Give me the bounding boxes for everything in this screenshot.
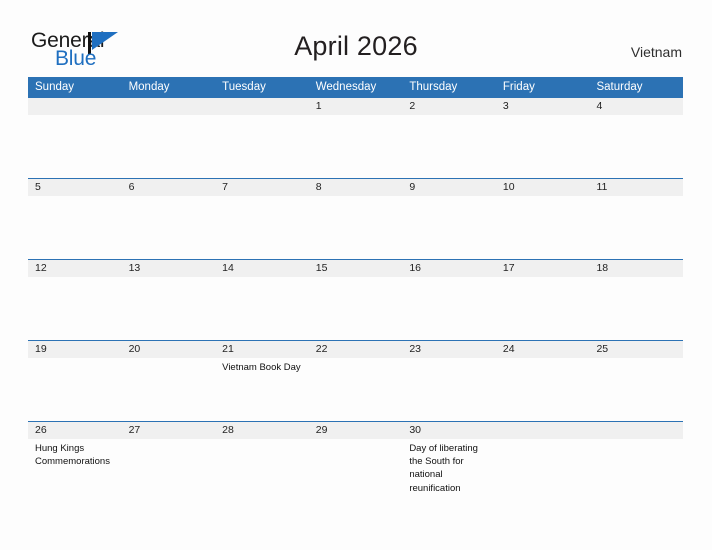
event-cell[interactable] (215, 439, 309, 502)
date-cell[interactable] (496, 422, 590, 439)
week-date-strip: 12 13 14 15 16 17 18 (28, 260, 683, 277)
event-cell[interactable] (122, 115, 216, 178)
event-cell[interactable] (496, 277, 590, 340)
date-cell[interactable]: 14 (215, 260, 309, 277)
event-cell[interactable] (402, 115, 496, 178)
date-cell[interactable]: 18 (589, 260, 683, 277)
week-event-strip: Hung Kings Commemorations Day of liberat… (28, 439, 683, 502)
date-cell[interactable]: 21 (215, 341, 309, 358)
event-cell[interactable] (215, 115, 309, 178)
week-date-strip: 26 27 28 29 30 (28, 422, 683, 439)
date-cell[interactable]: 26 (28, 422, 122, 439)
event-cell[interactable] (589, 439, 683, 502)
date-cell[interactable] (215, 98, 309, 115)
week-date-strip: 5 6 7 8 9 10 11 (28, 179, 683, 196)
date-cell[interactable]: 2 (402, 98, 496, 115)
event-cell[interactable] (309, 277, 403, 340)
date-cell[interactable]: 25 (589, 341, 683, 358)
event-cell[interactable] (309, 115, 403, 178)
date-cell[interactable]: 29 (309, 422, 403, 439)
event-cell[interactable] (496, 196, 590, 259)
date-cell[interactable] (122, 98, 216, 115)
calendar-week-row: 26 27 28 29 30 Hung Kings Commemorations… (28, 421, 683, 502)
date-cell[interactable]: 11 (589, 179, 683, 196)
date-cell[interactable]: 23 (402, 341, 496, 358)
date-cell[interactable]: 7 (215, 179, 309, 196)
event-cell[interactable] (589, 115, 683, 178)
calendar-week-row: 19 20 21 22 23 24 25 Vietnam Book Day (28, 340, 683, 421)
page-title: April 2026 (294, 31, 418, 61)
event-cell-day-of-liberating-the-south[interactable]: Day of liberating the South for national… (402, 439, 496, 502)
page-header: General Blue April 2026 Vietnam (0, 0, 712, 76)
date-cell[interactable] (28, 98, 122, 115)
date-cell[interactable]: 5 (28, 179, 122, 196)
event-cell[interactable] (28, 196, 122, 259)
event-cell[interactable] (28, 277, 122, 340)
calendar-week-row: 5 6 7 8 9 10 11 (28, 178, 683, 259)
date-cell[interactable]: 13 (122, 260, 216, 277)
weekday-wednesday: Wednesday (315, 81, 377, 93)
date-cell[interactable]: 22 (309, 341, 403, 358)
event-cell[interactable] (122, 277, 216, 340)
event-cell[interactable] (215, 277, 309, 340)
date-cell[interactable]: 4 (589, 98, 683, 115)
week-event-strip (28, 115, 683, 178)
week-event-strip: Vietnam Book Day (28, 358, 683, 421)
weekday-header-row: Sunday Monday Tuesday Wednesday Thursday… (28, 77, 683, 97)
event-cell[interactable] (215, 196, 309, 259)
week-date-strip: 19 20 21 22 23 24 25 (28, 341, 683, 358)
week-date-strip: 1 2 3 4 (28, 98, 683, 115)
date-cell[interactable]: 30 (402, 422, 496, 439)
calendar-week-row: 1 2 3 4 (28, 97, 683, 178)
event-cell-vietnam-book-day[interactable]: Vietnam Book Day (215, 358, 309, 421)
date-cell[interactable]: 8 (309, 179, 403, 196)
event-cell[interactable] (496, 358, 590, 421)
weekday-saturday: Saturday (596, 81, 643, 93)
event-cell[interactable] (589, 196, 683, 259)
date-cell[interactable] (589, 422, 683, 439)
date-cell[interactable]: 24 (496, 341, 590, 358)
calendar-grid: Sunday Monday Tuesday Wednesday Thursday… (28, 77, 683, 502)
date-cell[interactable]: 17 (496, 260, 590, 277)
date-cell[interactable]: 12 (28, 260, 122, 277)
date-cell[interactable]: 6 (122, 179, 216, 196)
event-cell[interactable] (122, 196, 216, 259)
event-cell[interactable] (309, 358, 403, 421)
event-cell[interactable] (28, 358, 122, 421)
date-cell[interactable]: 15 (309, 260, 403, 277)
date-cell[interactable]: 9 (402, 179, 496, 196)
event-cell[interactable] (589, 277, 683, 340)
date-cell[interactable]: 16 (402, 260, 496, 277)
date-cell[interactable]: 28 (215, 422, 309, 439)
weekday-sunday: Sunday (35, 81, 75, 93)
event-cell[interactable] (309, 439, 403, 502)
date-cell[interactable]: 10 (496, 179, 590, 196)
weekday-tuesday: Tuesday (222, 81, 266, 93)
week-event-strip (28, 277, 683, 340)
calendar-week-row: 12 13 14 15 16 17 18 (28, 259, 683, 340)
event-cell[interactable] (402, 196, 496, 259)
date-cell[interactable]: 1 (309, 98, 403, 115)
event-cell[interactable] (309, 196, 403, 259)
calendar-page: General Blue April 2026 Vietnam Sunday M… (0, 0, 712, 550)
week-event-strip (28, 196, 683, 259)
event-cell[interactable] (496, 439, 590, 502)
date-cell[interactable]: 27 (122, 422, 216, 439)
event-cell[interactable] (402, 358, 496, 421)
event-cell[interactable] (122, 439, 216, 502)
weekday-thursday: Thursday (409, 81, 458, 93)
event-cell[interactable] (496, 115, 590, 178)
date-cell[interactable]: 3 (496, 98, 590, 115)
event-cell[interactable] (28, 115, 122, 178)
weekday-friday: Friday (502, 81, 535, 93)
country-label: Vietnam (630, 44, 682, 60)
date-cell[interactable]: 19 (28, 341, 122, 358)
date-cell[interactable]: 20 (122, 341, 216, 358)
weekday-monday: Monday (128, 81, 170, 93)
event-cell-hung-kings-commemorations[interactable]: Hung Kings Commemorations (28, 439, 122, 502)
event-cell[interactable] (122, 358, 216, 421)
event-cell[interactable] (589, 358, 683, 421)
event-cell[interactable] (402, 277, 496, 340)
